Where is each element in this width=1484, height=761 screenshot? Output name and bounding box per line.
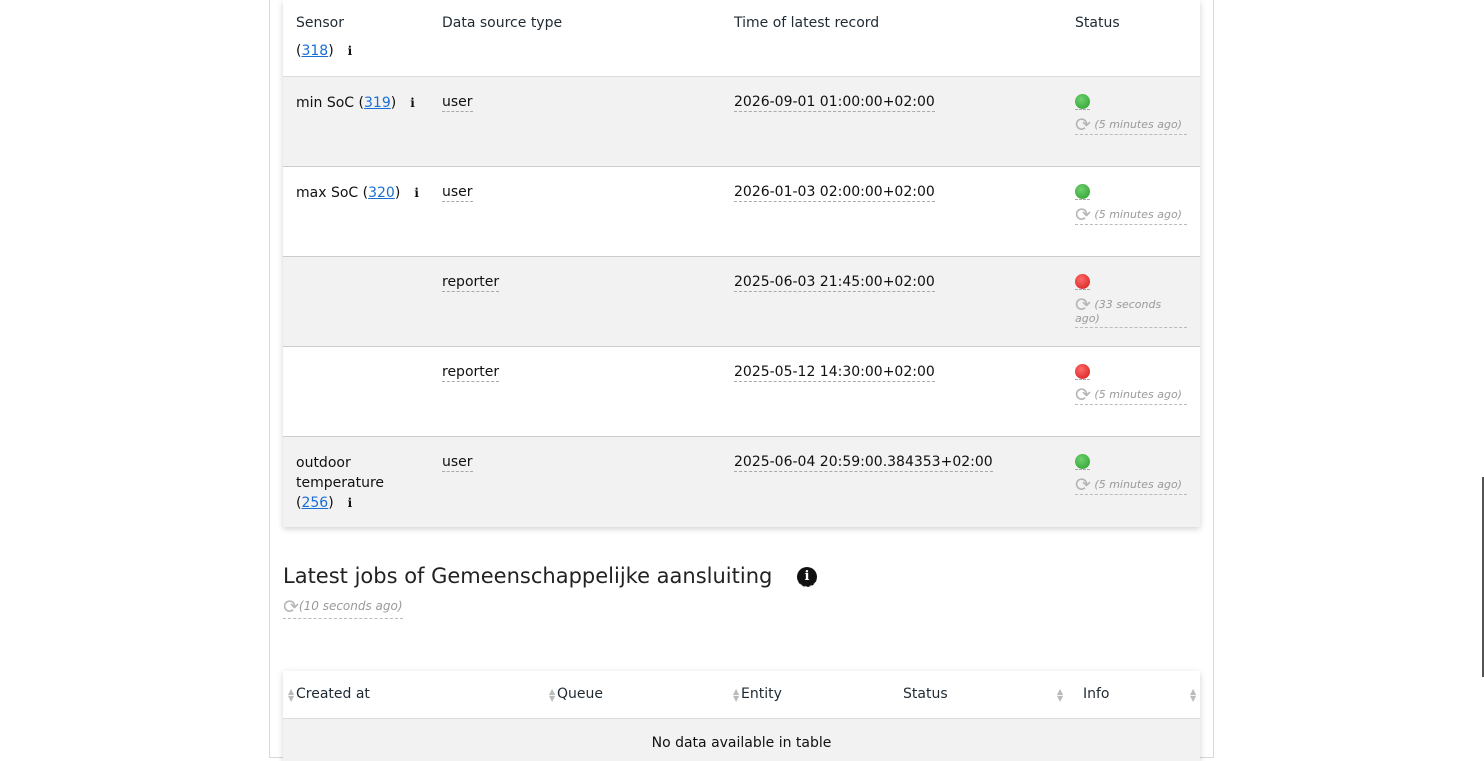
sensor-link[interactable]: 256 bbox=[301, 495, 328, 511]
col-entity[interactable]: Entity bbox=[741, 686, 782, 702]
sensors-table-header: Sensor Data source type Time of latest r… bbox=[283, 0, 1200, 77]
status-indicator[interactable] bbox=[1075, 93, 1090, 110]
refresh-icon[interactable]: ⟳ bbox=[1075, 386, 1091, 405]
table-row: min SoC (319) i user 2026-09-01 01:00:00+02… bbox=[283, 77, 1200, 167]
info-icon[interactable]: i bbox=[797, 567, 817, 587]
latest-record-time[interactable]: 2025-06-03 21:45:00+02:00 bbox=[734, 273, 935, 292]
data-source-type[interactable]: user bbox=[442, 183, 473, 202]
status-cell: ⟳ (5 minutes ago) bbox=[1075, 453, 1187, 495]
status-refresh[interactable]: ⟳ (5 minutes ago) bbox=[1075, 116, 1187, 135]
data-source-type[interactable]: reporter bbox=[442, 363, 500, 382]
col-info[interactable]: Info bbox=[1083, 686, 1110, 702]
jobs-refresh[interactable]: ⟳(10 seconds ago) bbox=[283, 596, 403, 619]
status-dot-icon bbox=[1075, 273, 1090, 289]
status-cell: ⟳ (33 seconds ago) bbox=[1075, 273, 1187, 328]
status-dot-icon bbox=[1075, 93, 1090, 109]
latest-record-time[interactable]: 2025-06-04 20:59:00.384353+02:00 bbox=[734, 453, 993, 472]
sort-icon: ▲ ▼ bbox=[733, 687, 740, 703]
col-time-latest-record[interactable]: Time of latest record bbox=[734, 15, 879, 31]
status-cell: ⟳ (5 minutes ago) bbox=[1075, 363, 1187, 405]
refresh-icon[interactable]: ⟳ bbox=[1075, 116, 1091, 135]
status-cell: ⟳ (5 minutes ago) bbox=[1075, 93, 1187, 135]
col-status[interactable]: Status bbox=[1075, 15, 1120, 31]
sensor-name: max SoC bbox=[296, 185, 359, 201]
latest-record-time[interactable]: 2025-05-12 14:30:00+02:00 bbox=[734, 363, 935, 382]
data-source-type[interactable]: reporter bbox=[442, 273, 500, 292]
info-icon[interactable]: i bbox=[410, 93, 415, 113]
jobs-table-body: No data available in table bbox=[283, 719, 1200, 761]
empty-message: No data available in table bbox=[651, 735, 832, 751]
status-cell: ⟳ (5 minutes ago) bbox=[1075, 183, 1187, 225]
jobs-table: ▲ ▼ Created at ▲ ▼ Queue ▲ ▼ Entity Status … bbox=[283, 671, 1200, 761]
col-created-at[interactable]: Created at bbox=[296, 686, 370, 702]
sensor-cell: min SoC (319) i bbox=[296, 93, 415, 113]
status-dot-icon bbox=[1075, 453, 1090, 469]
status-indicator[interactable] bbox=[1075, 273, 1090, 290]
status-indicator[interactable] bbox=[1075, 183, 1090, 200]
status-refresh[interactable]: ⟳ (5 minutes ago) bbox=[1075, 476, 1187, 495]
col-queue[interactable]: Queue bbox=[557, 686, 603, 702]
table-row: max SoC (320) i user 2026-01-03 02:00:00+02… bbox=[283, 167, 1200, 257]
table-row: reporter 2025-05-12 14:30:00+02:00 ⟳ (5 mi… bbox=[283, 347, 1200, 437]
col-data-source-type[interactable]: Data source type bbox=[442, 15, 562, 31]
status-indicator[interactable] bbox=[1075, 453, 1090, 470]
jobs-table-header: ▲ ▼ Created at ▲ ▼ Queue ▲ ▼ Entity Status … bbox=[283, 671, 1200, 719]
col-sensor[interactable]: Sensor bbox=[296, 15, 344, 31]
refresh-icon[interactable]: ⟳ bbox=[283, 596, 299, 618]
sort-icon: ▲ ▼ bbox=[288, 687, 295, 703]
latest-record-time[interactable]: 2026-01-03 02:00:00+02:00 bbox=[734, 183, 935, 202]
status-indicator[interactable] bbox=[1075, 363, 1090, 380]
sensor-name: min SoC bbox=[296, 95, 355, 111]
refresh-icon[interactable]: ⟳ bbox=[1075, 206, 1091, 225]
sensor-name: outdoor temperature bbox=[296, 455, 384, 491]
refresh-text: (5 minutes ago) bbox=[1094, 208, 1182, 221]
sensor-link[interactable]: 320 bbox=[368, 185, 395, 201]
status-dot-icon bbox=[1075, 363, 1090, 379]
table-row: outdoor temperature (256) i user 2025-06-04… bbox=[283, 437, 1200, 527]
data-source-type[interactable]: user bbox=[442, 93, 473, 112]
table-row: reporter 2025-06-03 21:45:00+02:00 ⟳ (33 s… bbox=[283, 257, 1200, 347]
sort-icon: ▲ ▼ bbox=[1057, 687, 1064, 703]
refresh-icon[interactable]: ⟳ bbox=[1075, 296, 1091, 315]
status-dot-icon bbox=[1075, 183, 1090, 199]
jobs-refresh-text: (10 seconds ago) bbox=[298, 599, 403, 613]
col-status[interactable]: Status bbox=[903, 686, 948, 702]
refresh-text: (5 minutes ago) bbox=[1094, 478, 1182, 491]
sort-icon: ▲ ▼ bbox=[549, 687, 556, 703]
sensor-cell: outdoor temperature (256) i bbox=[296, 455, 384, 513]
sensor-link[interactable]: 319 bbox=[364, 95, 391, 111]
info-icon[interactable]: i bbox=[348, 44, 353, 58]
partial-sensor-cell: (318) i bbox=[296, 43, 353, 59]
status-refresh[interactable]: ⟳ (5 minutes ago) bbox=[1075, 206, 1187, 225]
sensor-cell: max SoC (320) i bbox=[296, 183, 419, 203]
latest-record-time[interactable]: 2026-09-01 01:00:00+02:00 bbox=[734, 93, 935, 112]
status-refresh[interactable]: ⟳ (5 minutes ago) bbox=[1075, 386, 1187, 405]
info-icon[interactable]: i bbox=[348, 493, 353, 513]
status-refresh[interactable]: ⟳ (33 seconds ago) bbox=[1075, 296, 1187, 328]
jobs-section-title: Latest jobs of Gemeenschappelijke aanslu… bbox=[283, 564, 773, 588]
data-source-type[interactable]: user bbox=[442, 453, 473, 472]
refresh-text: (5 minutes ago) bbox=[1094, 388, 1182, 401]
sort-icon: ▲ ▼ bbox=[1190, 687, 1197, 703]
refresh-icon[interactable]: ⟳ bbox=[1075, 476, 1091, 495]
sensor-link[interactable]: 318 bbox=[301, 43, 328, 59]
sensors-table: Sensor Data source type Time of latest r… bbox=[283, 0, 1200, 527]
refresh-text: (5 minutes ago) bbox=[1094, 118, 1182, 131]
info-icon[interactable]: i bbox=[414, 183, 419, 203]
